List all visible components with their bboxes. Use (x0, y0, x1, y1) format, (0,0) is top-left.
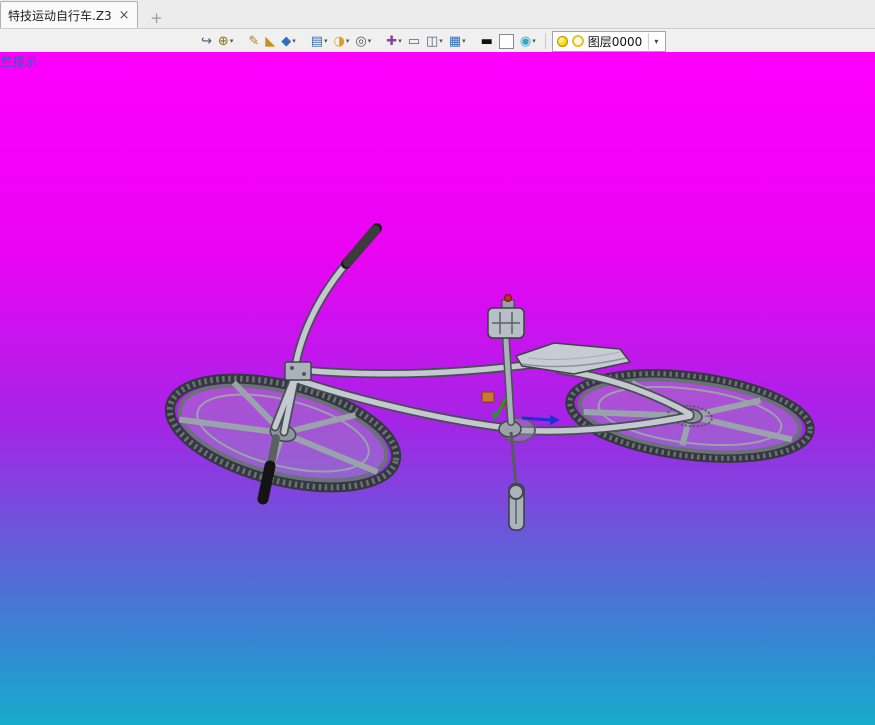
layer-color-icon (571, 35, 584, 47)
display-mode-icon: ▤ (310, 33, 324, 49)
query-tool-icon-button[interactable]: ⊕ ▾ (216, 31, 235, 51)
align-view-dropdown-arrow[interactable]: ▾ (398, 37, 402, 45)
render-style-icon-button[interactable]: ◑ ▾ (332, 31, 352, 51)
monitor-icon: ▦ (448, 33, 462, 49)
selection-frame-icon-button[interactable]: ▭ (406, 31, 422, 51)
toolbar-separator (544, 33, 546, 49)
display-mode-dropdown-arrow[interactable]: ▾ (324, 37, 328, 45)
solid-cube-dropdown-arrow[interactable]: ▾ (292, 37, 296, 45)
zw3d-window: 特技运动自行车.Z3 × + ↪ ⊕ ▾ ✎ ◣ ◆ ▾ ▤ ▾ ◑ ▾ ◎ ▾ ✚ ▾ ▭ ◫ ▾ ▦ ▾ ▬ ◉ ▾ 图… (0, 0, 875, 725)
align-view-icon-button[interactable]: ✚ ▾ (384, 31, 403, 51)
background-color-icon (498, 33, 514, 49)
split-window-icon-button[interactable]: ◫ ▾ (424, 31, 445, 51)
handlebar[interactable] (284, 223, 382, 381)
split-window-icon: ◫ (426, 33, 439, 49)
saddle[interactable] (514, 342, 632, 375)
background-color-icon-button[interactable] (497, 31, 516, 51)
split-window-dropdown-arrow[interactable]: ▾ (439, 37, 443, 45)
exit-icon: ↪ (201, 33, 212, 49)
query-tool-icon: ⊕ (217, 33, 229, 49)
zoom-icon: ◎ (355, 33, 367, 49)
document-tab[interactable]: 特技运动自行车.Z3 × (0, 1, 138, 28)
edit-sketch-icon-button[interactable]: ✎ (246, 31, 261, 51)
solid-cube-icon-button[interactable]: ◆ ▾ (279, 31, 298, 51)
monitor-dropdown-arrow[interactable]: ▾ (462, 37, 466, 45)
render-style-icon: ◑ (333, 33, 345, 49)
tab-close-icon[interactable]: × (119, 9, 130, 22)
layer-selector-value: 图层0000 (587, 34, 643, 49)
selection-frame-icon: ▭ (407, 33, 420, 49)
visibility-icon: ◉ (519, 33, 532, 49)
viewport[interactable]: 些提示· (0, 52, 875, 725)
visibility-icon-button[interactable]: ◉ ▾ (518, 31, 538, 51)
pedal-assembly[interactable] (487, 294, 525, 531)
tab-bar: 特技运动自行车.Z3 × + (0, 0, 875, 29)
layer-selector[interactable]: 图层0000 ▾ (551, 30, 667, 52)
line-width-icon-button[interactable]: ▬ (479, 31, 495, 51)
chamfer-icon: ◣ (265, 33, 276, 49)
document-tab-title: 特技运动自行车.Z3 (8, 8, 112, 23)
layer-dropdown-arrow[interactable]: ▾ (648, 32, 663, 50)
zoom-icon-button[interactable]: ◎ ▾ (353, 31, 373, 51)
bicycle-model[interactable] (0, 52, 875, 725)
align-view-icon: ✚ (386, 33, 398, 49)
quick-toolbar: ↪ ⊕ ▾ ✎ ◣ ◆ ▾ ▤ ▾ ◑ ▾ ◎ ▾ ✚ ▾ ▭ ◫ ▾ ▦ ▾ ▬ ◉ ▾ 图层0000 ▾ (0, 29, 875, 54)
new-tab-button[interactable]: + (146, 8, 168, 28)
edit-sketch-icon: ✎ (248, 33, 260, 49)
display-mode-icon-button[interactable]: ▤ ▾ (309, 31, 330, 51)
chamfer-icon-button[interactable]: ◣ (263, 31, 277, 51)
exit-icon-button[interactable]: ↪ (199, 31, 214, 51)
visibility-dropdown-arrow[interactable]: ▾ (532, 37, 536, 45)
solid-cube-icon: ◆ (281, 33, 292, 49)
layer-visibility-bulb-icon[interactable] (556, 35, 568, 47)
line-width-icon: ▬ (480, 33, 493, 49)
toolbar-icons: ↪ ⊕ ▾ ✎ ◣ ◆ ▾ ▤ ▾ ◑ ▾ ◎ ▾ ✚ ▾ ▭ ◫ ▾ ▦ ▾ ▬ ◉ ▾ (198, 31, 539, 51)
monitor-icon-button[interactable]: ▦ ▾ (447, 31, 468, 51)
zoom-dropdown-arrow[interactable]: ▾ (368, 37, 372, 45)
query-tool-dropdown-arrow[interactable]: ▾ (230, 37, 234, 45)
render-style-dropdown-arrow[interactable]: ▾ (346, 37, 350, 45)
